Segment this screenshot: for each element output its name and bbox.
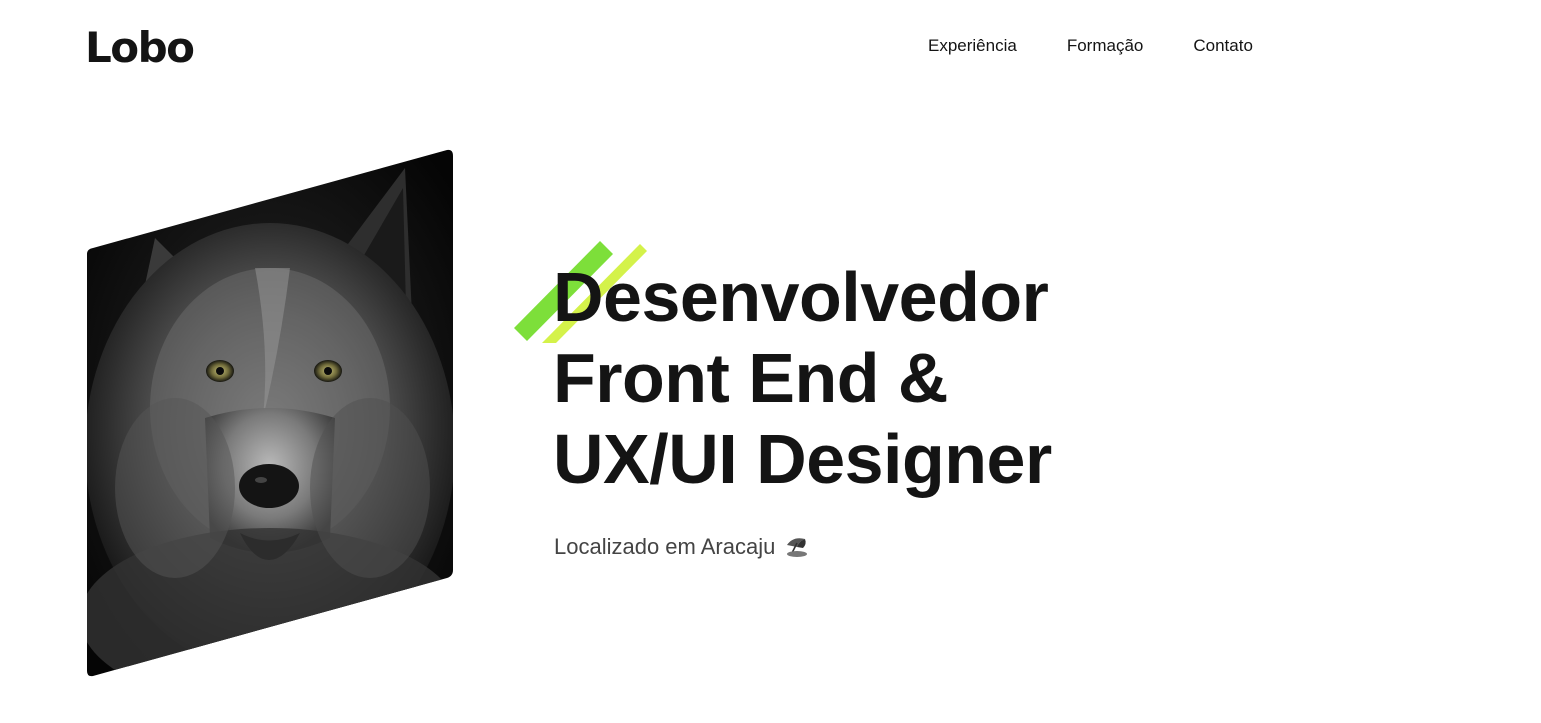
location-label: Localizado em Aracaju xyxy=(554,534,776,559)
nav-link-formacao[interactable]: Formação xyxy=(1067,35,1144,57)
headline-line-1: Desenvolvedor xyxy=(553,258,1049,336)
nav-link-contato[interactable]: Contato xyxy=(1193,35,1253,57)
page: Lobo Experiência Formação Contato Desenv… xyxy=(0,0,1541,723)
site-logo[interactable]: Lobo xyxy=(85,22,195,74)
main-nav: Experiência Formação Contato xyxy=(928,35,1253,57)
headline-line-2: Front End & xyxy=(553,339,948,417)
nav-link-experiencia[interactable]: Experiência xyxy=(928,35,1017,57)
wolf-portrait-image xyxy=(85,148,455,678)
location-text: Localizado em Aracaju xyxy=(554,533,809,564)
headline-line-3: UX/UI Designer xyxy=(553,420,1052,498)
hero-headline: Desenvolvedor Front End & UX/UI Designer xyxy=(553,257,1052,500)
beach-umbrella-icon xyxy=(785,535,809,564)
